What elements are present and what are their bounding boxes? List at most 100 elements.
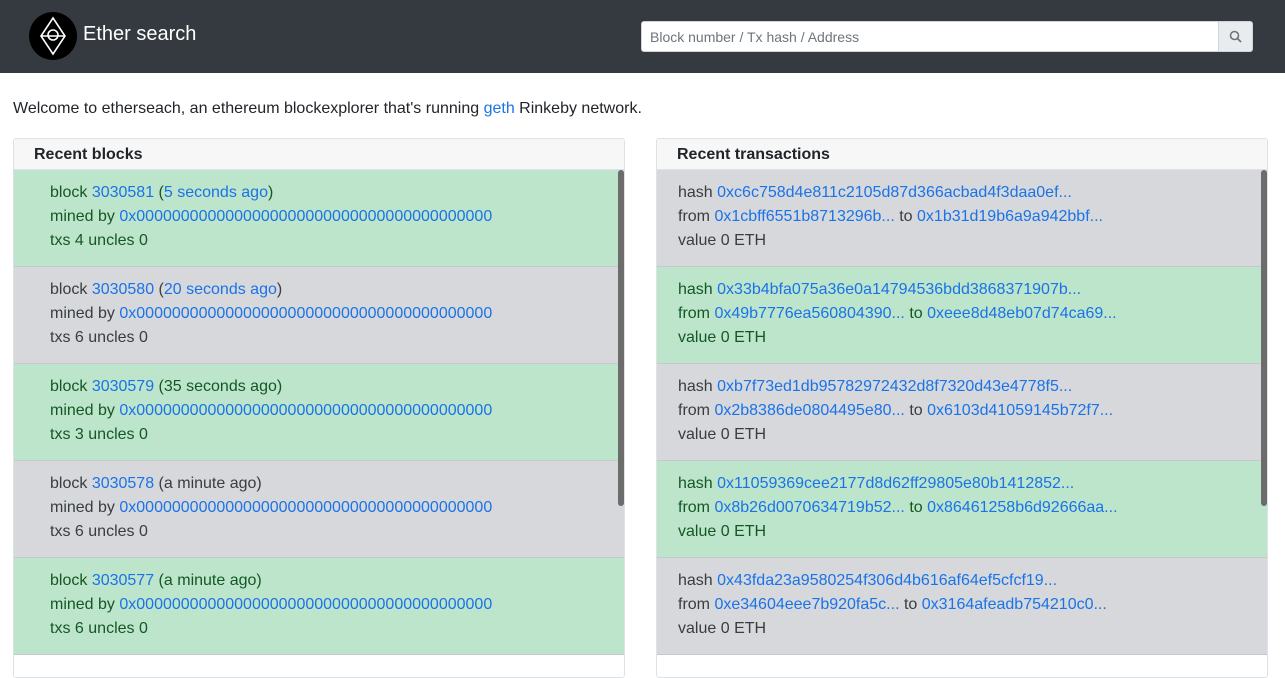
recent-blocks-panel: Recent blocks block 3030581 (5 seconds a… bbox=[13, 138, 625, 678]
row-line: block 3030580 (20 seconds ago) bbox=[50, 281, 283, 298]
from-address-link[interactable]: 0x8b26d0070634719b52... bbox=[714, 499, 904, 516]
uncles-count: 0 bbox=[138, 620, 148, 637]
block-age[interactable]: 5 seconds ago bbox=[164, 184, 268, 201]
hash-label: hash bbox=[678, 184, 713, 201]
block-label: block bbox=[50, 281, 88, 298]
recent-blocks-title: Recent blocks bbox=[14, 139, 624, 170]
value-label: value bbox=[678, 232, 717, 249]
block-number-link[interactable]: 3030581 bbox=[92, 184, 154, 201]
txs-label: txs bbox=[50, 620, 71, 637]
mined-by-label: mined by bbox=[50, 305, 115, 322]
transactions-scrollbar[interactable] bbox=[1261, 170, 1267, 506]
txs-label: txs bbox=[50, 329, 71, 346]
tx-hash-link[interactable]: 0xc6c758d4e811c2105d87d366acbad4f3daa0ef… bbox=[717, 184, 1072, 201]
uncles-label: uncles bbox=[88, 620, 135, 637]
block-number-link[interactable]: 3030580 bbox=[92, 281, 154, 298]
row-line: block 3030579 (35 seconds ago) bbox=[50, 378, 283, 395]
miner-address-link[interactable]: 0x00000000000000000000000000000000000000… bbox=[119, 305, 492, 322]
blocks-scrollbar[interactable] bbox=[618, 170, 624, 506]
from-address-link[interactable]: 0x1cbff6551b8713296b... bbox=[714, 208, 894, 225]
miner-address-link[interactable]: 0x00000000000000000000000000000000000000… bbox=[119, 596, 492, 613]
block-age: a minute ago bbox=[163, 475, 257, 492]
from-address-link[interactable]: 0xe34604eee7b920fa5c... bbox=[714, 596, 899, 613]
miner-address-link[interactable]: 0x00000000000000000000000000000000000000… bbox=[119, 208, 492, 225]
ethereum-logo-icon[interactable] bbox=[29, 12, 77, 60]
to-address-link[interactable]: 0xeee8d48eb07d74ca69... bbox=[927, 305, 1117, 322]
from-address-link[interactable]: 0x49b7776ea560804390... bbox=[714, 305, 904, 322]
tx-hash-link[interactable]: 0x33b4bfa075a36e0a14794536bdd3868371907b… bbox=[717, 281, 1081, 298]
from-label: from bbox=[678, 499, 710, 516]
tx-hash-link[interactable]: 0xb7f73ed1db95782972432d8f7320d43e4778f5… bbox=[717, 378, 1072, 395]
block-number-link[interactable]: 3030578 bbox=[92, 475, 154, 492]
blocks-list[interactable]: block 3030581 (5 seconds ago) mined by 0x… bbox=[14, 170, 624, 655]
hash-label: hash bbox=[678, 281, 713, 298]
to-address-link[interactable]: 0x86461258b6d92666aa... bbox=[927, 499, 1117, 516]
row-line: value 0 ETH bbox=[678, 520, 1267, 544]
tx-value: 0 bbox=[720, 329, 730, 346]
block-label: block bbox=[50, 184, 88, 201]
to-address-link[interactable]: 0x1b31d19b6a9a942bbf... bbox=[917, 208, 1103, 225]
row-line: hash 0xc6c758d4e811c2105d87d366acbad4f3d… bbox=[678, 181, 1267, 205]
block-age: a minute ago bbox=[163, 572, 257, 589]
eth-unit: ETH bbox=[734, 426, 767, 443]
transaction-item: hash 0x11059369cee2177d8d62ff29805e80b14… bbox=[657, 461, 1267, 558]
uncles-count: 0 bbox=[138, 523, 148, 540]
tx-value: 0 bbox=[720, 232, 730, 249]
mined-by-label: mined by bbox=[50, 402, 115, 419]
transactions-list[interactable]: hash 0xc6c758d4e811c2105d87d366acbad4f3d… bbox=[657, 170, 1267, 655]
row-line: txs 6 uncles 0 bbox=[50, 326, 624, 350]
row-line: block 3030578 (a minute ago) bbox=[50, 475, 262, 492]
search-input[interactable] bbox=[641, 21, 1219, 52]
mined-by-label: mined by bbox=[50, 499, 115, 516]
tx-hash-link[interactable]: 0x43fda23a9580254f306d4b616af64ef5cfcf19… bbox=[717, 572, 1057, 589]
block-number-link[interactable]: 3030577 bbox=[92, 572, 154, 589]
row-line: mined by 0x00000000000000000000000000000… bbox=[50, 399, 624, 423]
block-item: block 3030578 (a minute ago) mined by 0x0… bbox=[14, 461, 624, 558]
row-line: block 3030577 (a minute ago) bbox=[50, 572, 262, 589]
search-button[interactable] bbox=[1219, 21, 1253, 52]
block-age[interactable]: 20 seconds ago bbox=[164, 281, 277, 298]
txs-count: 3 bbox=[74, 426, 84, 443]
row-line: hash 0x33b4bfa075a36e0a14794536bdd386837… bbox=[678, 278, 1267, 302]
block-number-link[interactable]: 3030579 bbox=[92, 378, 154, 395]
from-address-link[interactable]: 0x2b8386de0804495e80... bbox=[714, 402, 904, 419]
to-label: to bbox=[909, 499, 923, 516]
recent-transactions-panel: Recent transactions hash 0xc6c758d4e811c… bbox=[656, 138, 1268, 678]
block-item: block 3030577 (a minute ago) mined by 0x0… bbox=[14, 558, 624, 655]
brand-title[interactable]: Ether search bbox=[83, 22, 196, 46]
to-address-link[interactable]: 0x3164afeadb754210c0... bbox=[922, 596, 1107, 613]
eth-unit: ETH bbox=[734, 523, 767, 540]
row-line: value 0 ETH bbox=[678, 617, 1267, 641]
tx-value: 0 bbox=[720, 620, 730, 637]
row-line: mined by 0x00000000000000000000000000000… bbox=[50, 496, 624, 520]
row-line: hash 0x11059369cee2177d8d62ff29805e80b14… bbox=[678, 472, 1267, 496]
row-line: from 0x1cbff6551b8713296b... to 0x1b31d1… bbox=[678, 205, 1267, 229]
block-age: 35 seconds ago bbox=[163, 378, 277, 395]
to-label: to bbox=[903, 596, 918, 613]
to-address-link[interactable]: 0x6103d41059145b72f7... bbox=[927, 402, 1113, 419]
transaction-item: hash 0xc6c758d4e811c2105d87d366acbad4f3d… bbox=[657, 170, 1267, 267]
miner-address-link[interactable]: 0x00000000000000000000000000000000000000… bbox=[119, 499, 492, 516]
tx-value: 0 bbox=[720, 523, 730, 540]
tx-hash-link[interactable]: 0x11059369cee2177d8d62ff29805e80b1412852… bbox=[717, 475, 1074, 492]
miner-address-link[interactable]: 0x00000000000000000000000000000000000000… bbox=[119, 402, 492, 419]
from-label: from bbox=[678, 305, 710, 322]
txs-count: 6 bbox=[74, 523, 84, 540]
row-line: mined by 0x00000000000000000000000000000… bbox=[50, 205, 624, 229]
uncles-count: 0 bbox=[138, 232, 148, 249]
hash-label: hash bbox=[678, 475, 713, 492]
tx-value: 0 bbox=[720, 426, 730, 443]
from-label: from bbox=[678, 208, 710, 225]
uncles-label: uncles bbox=[88, 523, 135, 540]
welcome-suffix: Rinkeby network. bbox=[514, 100, 642, 117]
from-label: from bbox=[678, 596, 710, 613]
transaction-item: hash 0x43fda23a9580254f306d4b616af64ef5c… bbox=[657, 558, 1267, 655]
row-line: block 3030581 (5 seconds ago) bbox=[50, 184, 274, 201]
uncles-count: 0 bbox=[138, 329, 148, 346]
row-line: value 0 ETH bbox=[678, 229, 1267, 253]
hash-label: hash bbox=[678, 572, 713, 589]
uncles-label: uncles bbox=[88, 426, 135, 443]
row-line: value 0 ETH bbox=[678, 326, 1267, 350]
geth-link[interactable]: geth bbox=[484, 100, 515, 117]
row-line: value 0 ETH bbox=[678, 423, 1267, 447]
